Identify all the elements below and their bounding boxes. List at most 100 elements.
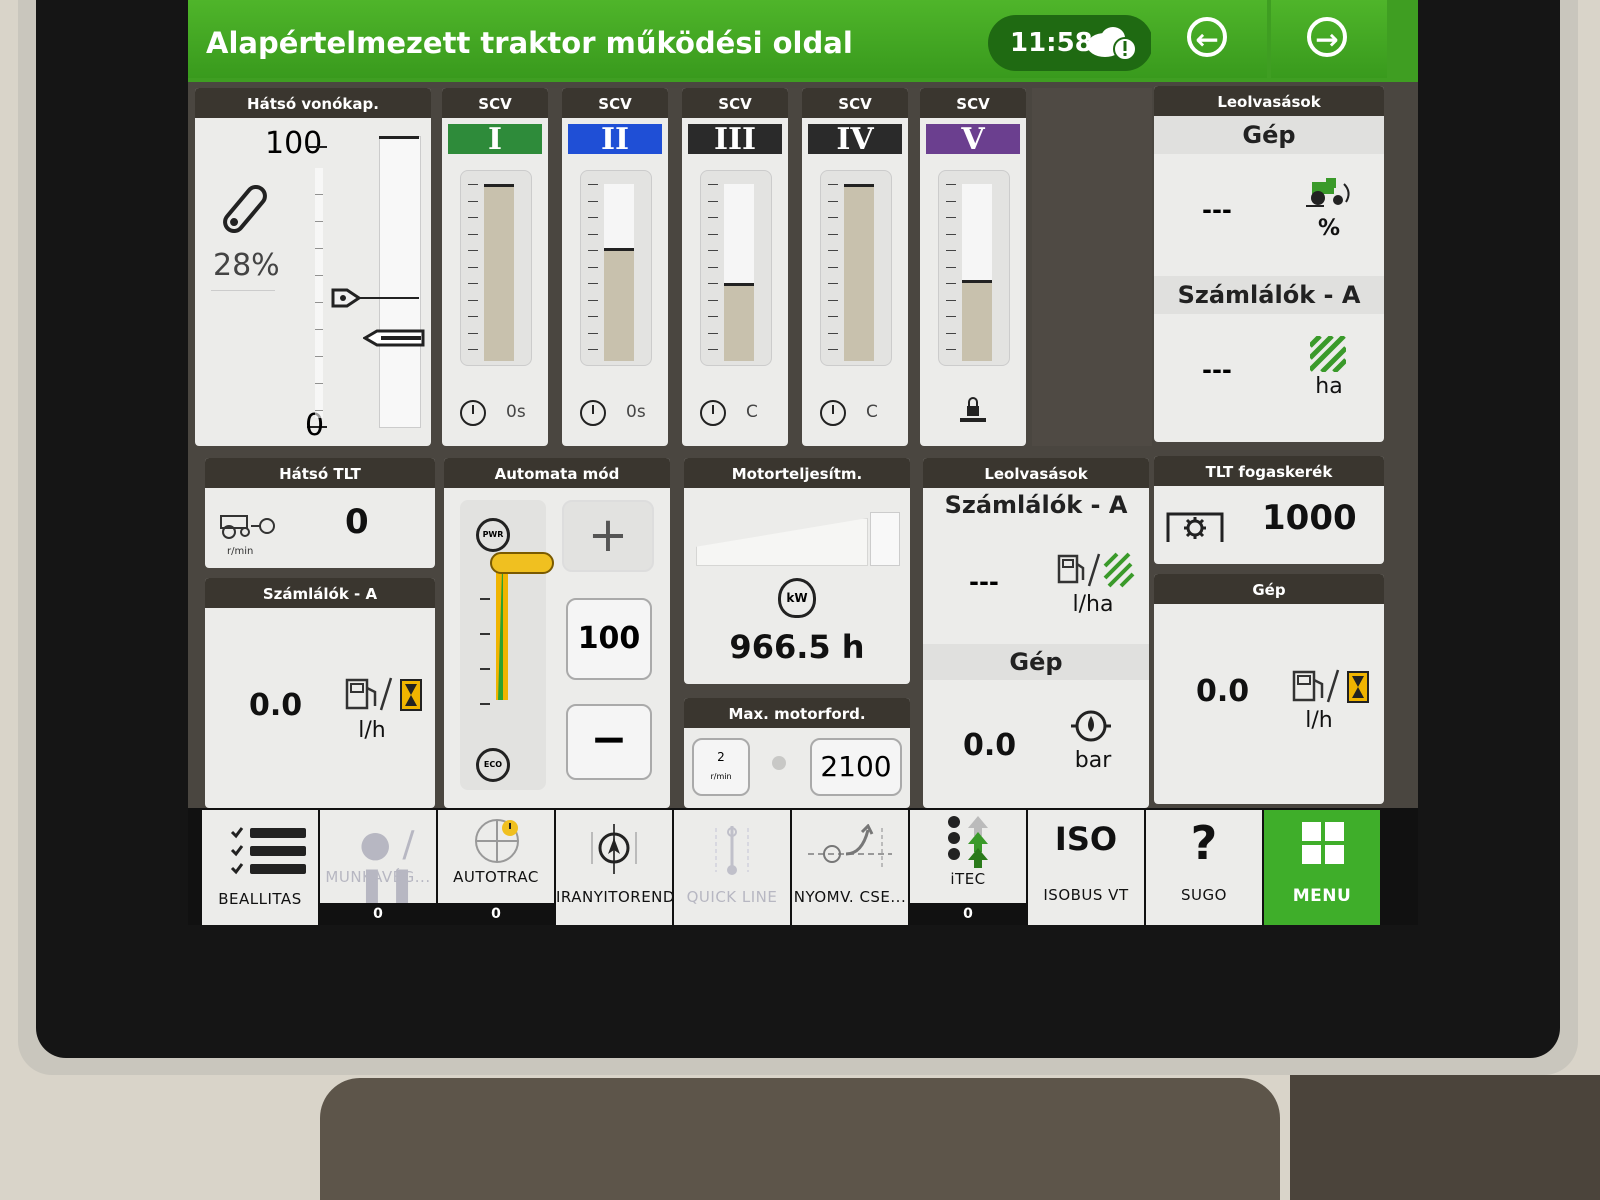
pause-record-icon: ● / ❚❚ bbox=[356, 824, 418, 906]
softkey-count: 0 bbox=[910, 903, 1026, 925]
empty-slot bbox=[1032, 88, 1152, 446]
track-switch-icon bbox=[808, 824, 892, 870]
section-label: Számlálók - A bbox=[1154, 276, 1384, 314]
timer-clock-icon bbox=[580, 400, 606, 426]
iso-logo-icon: ISO bbox=[1054, 820, 1118, 858]
scv-number-label: I bbox=[448, 124, 542, 155]
reading-value: --- bbox=[1202, 356, 1232, 384]
decrease-button[interactable]: − bbox=[566, 704, 652, 780]
reading-unit: % bbox=[1317, 216, 1341, 241]
mode-slider-handle[interactable] bbox=[490, 552, 554, 574]
scv-flow-bar bbox=[962, 280, 992, 361]
scv-timer: 0s bbox=[562, 394, 668, 434]
tractor-slip-icon bbox=[1306, 178, 1350, 207]
checklist-icon bbox=[230, 827, 306, 875]
scv-module-3[interactable]: SCV III C bbox=[682, 88, 788, 446]
scv-module-5[interactable]: SCV V bbox=[920, 88, 1026, 446]
reading-unit: l/ha bbox=[1072, 592, 1114, 617]
pressure-value: 0.0 bbox=[963, 728, 1017, 763]
scv-timer-value: C bbox=[746, 402, 758, 422]
reading-value: --- bbox=[969, 568, 999, 596]
eco-gear-icon: ECO bbox=[476, 748, 510, 782]
machine-module[interactable]: Gép 0.0 l/h bbox=[1154, 574, 1384, 804]
scv-module-2[interactable]: SCV II 0s bbox=[562, 88, 668, 446]
help-question-icon: ? bbox=[1190, 816, 1218, 870]
scv-number-label: II bbox=[568, 124, 662, 155]
hitch-gauge bbox=[379, 136, 421, 428]
scv-number-label: V bbox=[926, 124, 1020, 155]
counters-module[interactable]: Számlálók - A 0.0 l/h bbox=[205, 578, 435, 808]
status-clock[interactable]: 11:58 bbox=[988, 15, 1153, 71]
module-title: SCV bbox=[682, 88, 788, 118]
module-title: Leolvasások bbox=[1154, 86, 1384, 116]
fuel-timer-icon bbox=[345, 677, 422, 711]
back-button[interactable]: ← bbox=[1151, 0, 1267, 78]
rpm-icon-label: 2 bbox=[717, 750, 725, 764]
guidance-compass-icon bbox=[591, 824, 637, 874]
scv-flow-bar bbox=[724, 283, 754, 361]
softkey-label: BEALLITAS bbox=[218, 890, 302, 908]
engine-hours: 966.5 h bbox=[729, 628, 865, 666]
pto-tractor-icon bbox=[220, 515, 275, 539]
softkey-menu[interactable]: MENU bbox=[1264, 810, 1380, 925]
softkey-label: MUNKAVÉG... bbox=[325, 868, 431, 886]
softkey-work-cycle[interactable]: ● / ❚❚ MUNKAVÉG... 0 bbox=[320, 810, 436, 925]
reading-value: --- bbox=[1202, 196, 1232, 224]
max-rpm-module[interactable]: Max. motorford. 2 r/min 2100 bbox=[684, 698, 910, 808]
softkey-autotrac[interactable]: AUTOTRAC 0 bbox=[438, 810, 554, 925]
scv-timer: C bbox=[682, 394, 788, 434]
forward-button[interactable]: → bbox=[1271, 0, 1387, 78]
scv-module-4[interactable]: SCV IV C bbox=[802, 88, 908, 446]
reading-unit: ha bbox=[1315, 374, 1343, 399]
softkey-label: IRANYITOREND bbox=[556, 888, 672, 906]
power-bar bbox=[696, 518, 868, 566]
module-title: SCV bbox=[442, 88, 548, 118]
scv-module-1[interactable]: SCV I 0s bbox=[442, 88, 548, 446]
scv-timer: C bbox=[802, 394, 908, 434]
max-rpm-value[interactable]: 2100 bbox=[810, 738, 902, 796]
softkey-track-switch[interactable]: NYOMV. CSE... bbox=[792, 810, 908, 925]
scv-number-label: IV bbox=[808, 124, 902, 155]
monitor-mount bbox=[1290, 1075, 1600, 1200]
hitch-position-marker bbox=[363, 329, 425, 347]
module-title: SCV bbox=[802, 88, 908, 118]
softkey-guidance[interactable]: IRANYITOREND bbox=[556, 810, 672, 925]
hitch-link-icon bbox=[223, 184, 267, 234]
softkey-settings[interactable]: BEALLITAS bbox=[202, 810, 318, 925]
hitch-max-label: 100 bbox=[265, 126, 323, 161]
softkey-count: 0 bbox=[320, 903, 436, 925]
softkey-quick-line[interactable]: QUICK LINE bbox=[674, 810, 790, 925]
engine-power-module[interactable]: Motorteljesítm. kW 966.5 h bbox=[684, 458, 910, 684]
fuel-rate-value: 0.0 bbox=[249, 688, 303, 723]
readings-module[interactable]: Leolvasások Gép --- % Számlálók - A --- … bbox=[1154, 86, 1384, 442]
module-title: Leolvasások bbox=[923, 458, 1149, 488]
pressure-gauge-icon bbox=[1071, 710, 1111, 742]
increase-button[interactable]: + bbox=[562, 500, 654, 572]
pto-gear-module[interactable]: TLT fogaskerék 1000 bbox=[1154, 456, 1384, 564]
module-title: Számlálók - A bbox=[205, 578, 435, 608]
rear-pto-module[interactable]: Hátsó TLT r/min 0 bbox=[205, 458, 435, 568]
pwr-gear-icon: PWR bbox=[476, 518, 510, 552]
softkey-itec[interactable]: iTEC 0 bbox=[910, 810, 1026, 925]
engine-kw-icon: kW bbox=[778, 578, 816, 618]
rpm-icon-unit: r/min bbox=[710, 772, 732, 781]
hitch-setpoint-marker[interactable] bbox=[331, 286, 421, 310]
module-title: Gép bbox=[1154, 574, 1384, 604]
auto-mode-module[interactable]: Automata mód PWR ECO + 100 − bbox=[444, 458, 670, 808]
scv-flow-bar bbox=[844, 184, 874, 361]
softkey-isobus[interactable]: ISO ISOBUS VT bbox=[1028, 810, 1144, 925]
softkey-label: AUTOTRAC bbox=[453, 868, 539, 886]
module-title: Hátsó TLT bbox=[205, 458, 435, 488]
quick-line-icon bbox=[715, 826, 749, 875]
auto-mode-value[interactable]: 100 bbox=[566, 598, 652, 680]
softkey-help[interactable]: ? SUGO bbox=[1146, 810, 1262, 925]
fuel-area-icon bbox=[1057, 552, 1135, 588]
readings-module-2[interactable]: Leolvasások Számlálók - A --- l/ha Gép 0… bbox=[923, 458, 1149, 808]
rpm-mode-button[interactable]: 2 r/min bbox=[692, 738, 750, 796]
pto-gear-value: 1000 bbox=[1262, 498, 1357, 538]
section-label: Gép bbox=[923, 644, 1149, 680]
module-title: Max. motorford. bbox=[684, 698, 910, 728]
rear-hitch-module[interactable]: Hátsó vonókap. 100 0 28% bbox=[195, 88, 431, 446]
lock-icon bbox=[958, 396, 988, 426]
softkey-count: 0 bbox=[438, 903, 554, 925]
